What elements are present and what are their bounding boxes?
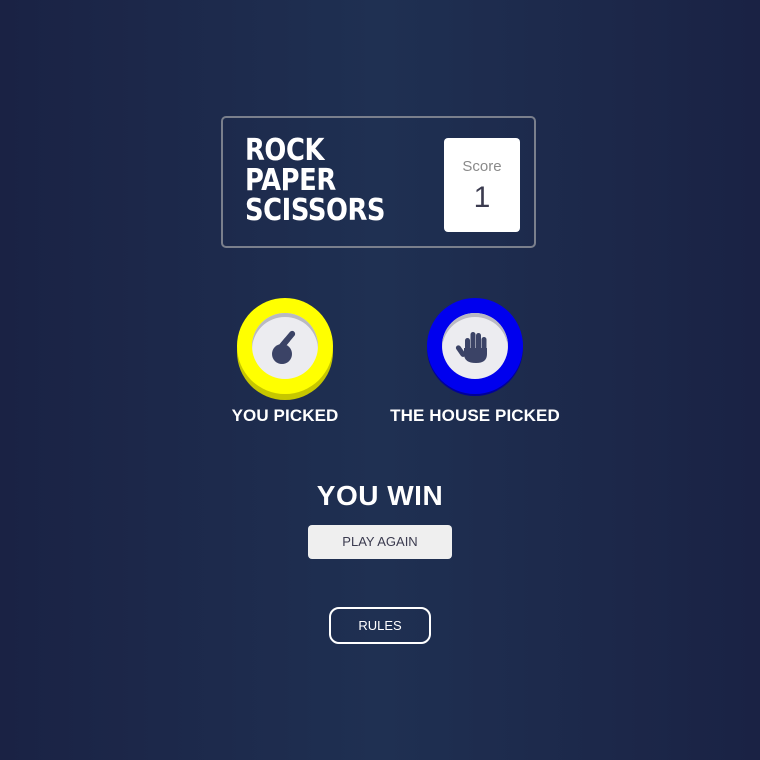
title-line-scissors: SCISSORS — [245, 193, 386, 228]
title-line-paper: PAPER — [245, 163, 336, 198]
play-again-button[interactable]: PLAY AGAIN — [308, 525, 452, 559]
player-pick: YOU PICKED — [210, 298, 360, 426]
house-pick-label: THE HOUSE PICKED — [390, 406, 560, 425]
score-value: 1 — [473, 181, 491, 214]
game-title: ROCK PAPER SCISSORS — [245, 133, 386, 228]
score-box: Score 1 — [444, 138, 520, 232]
player-choice-token — [237, 298, 333, 402]
game-header: ROCK PAPER SCISSORS Score 1 — [221, 116, 536, 248]
paper-hand-icon — [442, 313, 508, 379]
player-pick-label: YOU PICKED — [231, 406, 339, 425]
rules-button[interactable]: RULES — [329, 607, 431, 644]
house-choice-token — [427, 298, 523, 402]
title-line-rock: ROCK — [245, 133, 325, 168]
house-pick: THE HOUSE PICKED — [380, 298, 570, 426]
scissors-hand-icon — [252, 313, 318, 379]
result-text: YOU WIN — [316, 480, 444, 511]
score-label: Score — [462, 158, 502, 175]
